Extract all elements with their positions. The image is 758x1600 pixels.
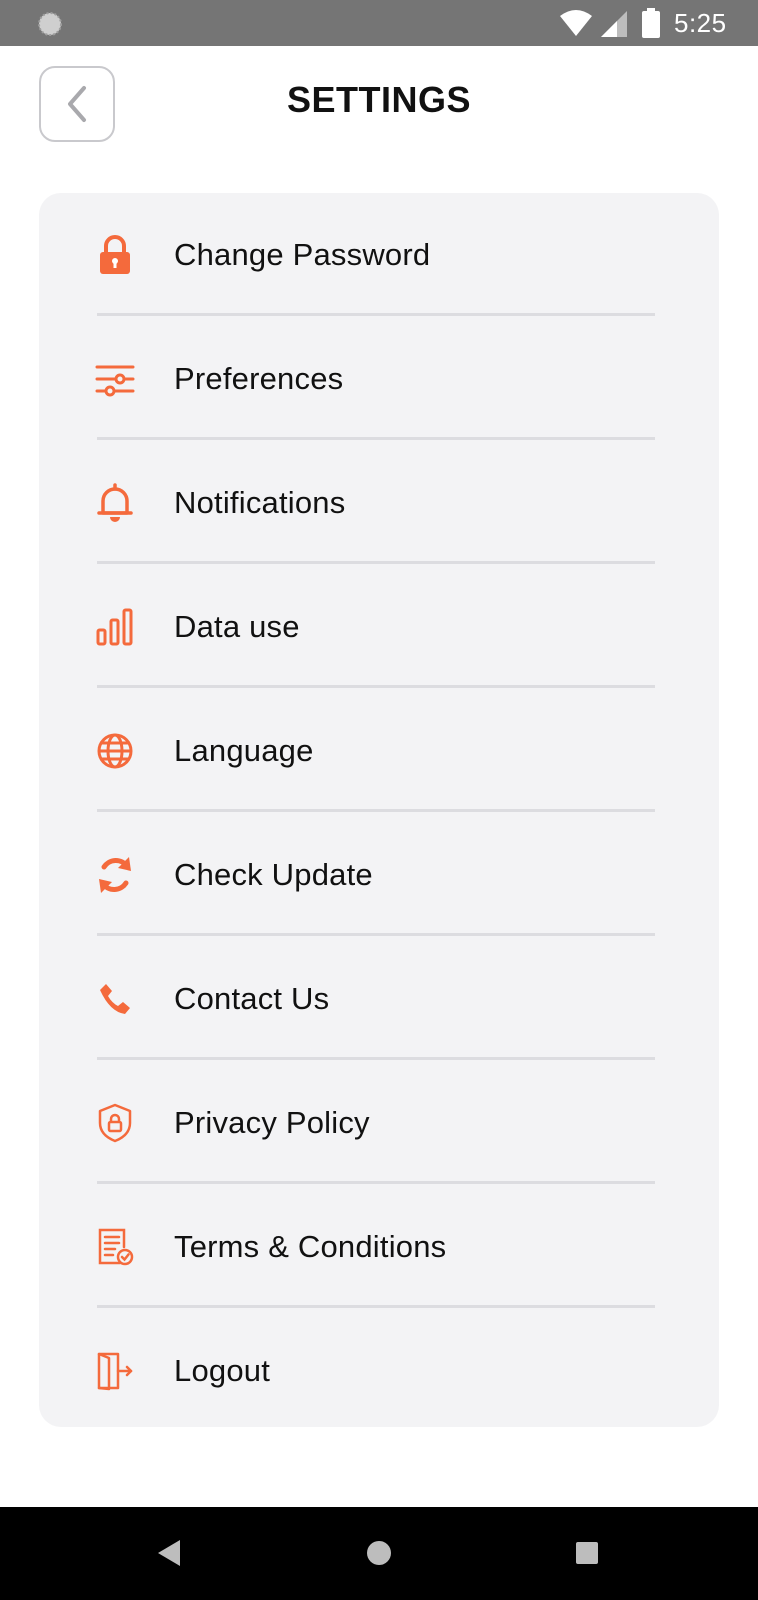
logout-icon [95, 1351, 135, 1391]
menu-item-notifications[interactable]: Notifications [39, 441, 719, 564]
menu-item-label: Contact Us [174, 980, 330, 1016]
divider [97, 1057, 655, 1060]
menu-item-label: Change Password [174, 236, 431, 272]
status-time: 5:25 [674, 8, 727, 38]
menu-item-label: Privacy Policy [174, 1104, 370, 1140]
divider [97, 1181, 655, 1184]
menu-item-data-use[interactable]: Data use [39, 565, 719, 688]
divider [97, 561, 655, 564]
divider [97, 809, 655, 812]
divider [97, 933, 655, 936]
loading-spinner-icon [38, 12, 62, 36]
divider [97, 685, 655, 688]
menu-item-label: Check Update [174, 856, 373, 892]
status-bar: 5:25 [0, 0, 758, 46]
page-title: SETTINGS [286, 79, 472, 120]
menu-item-preferences[interactable]: Preferences [39, 317, 719, 440]
home-circle-icon[interactable] [366, 1540, 392, 1566]
phone-icon [95, 979, 135, 1019]
menu-item-label: Preferences [174, 360, 344, 396]
menu-item-contact-us[interactable]: Contact Us [39, 937, 719, 1060]
system-navigation-bar [0, 1507, 758, 1600]
battery-icon [642, 8, 660, 38]
sliders-icon [95, 359, 135, 399]
settings-list: Change Password Preferences Notification… [39, 193, 719, 1427]
divider [97, 313, 655, 316]
menu-item-label: Logout [174, 1352, 271, 1388]
wifi-icon [560, 10, 592, 36]
globe-icon [95, 731, 135, 771]
menu-item-logout[interactable]: Logout [39, 1309, 719, 1432]
divider [97, 437, 655, 440]
bar-chart-icon [95, 607, 135, 647]
menu-item-change-password[interactable]: Change Password [39, 193, 719, 316]
refresh-icon [95, 855, 135, 895]
divider [97, 1305, 655, 1308]
document-check-icon [95, 1227, 135, 1267]
shield-lock-icon [95, 1103, 135, 1143]
menu-item-label: Terms & Conditions [174, 1228, 447, 1264]
menu-item-label: Notifications [174, 484, 346, 520]
cell-signal-icon [601, 11, 627, 37]
menu-item-check-update[interactable]: Check Update [39, 813, 719, 936]
menu-item-terms-conditions[interactable]: Terms & Conditions [39, 1185, 719, 1308]
recents-square-icon[interactable] [576, 1542, 598, 1564]
bell-icon [95, 482, 135, 523]
header: SETTINGS [0, 46, 758, 176]
back-triangle-icon[interactable] [156, 1538, 182, 1568]
menu-item-privacy-policy[interactable]: Privacy Policy [39, 1061, 719, 1184]
lock-icon [95, 234, 135, 275]
menu-item-label: Data use [174, 608, 300, 644]
menu-item-language[interactable]: Language [39, 689, 719, 812]
menu-item-label: Language [174, 732, 314, 768]
